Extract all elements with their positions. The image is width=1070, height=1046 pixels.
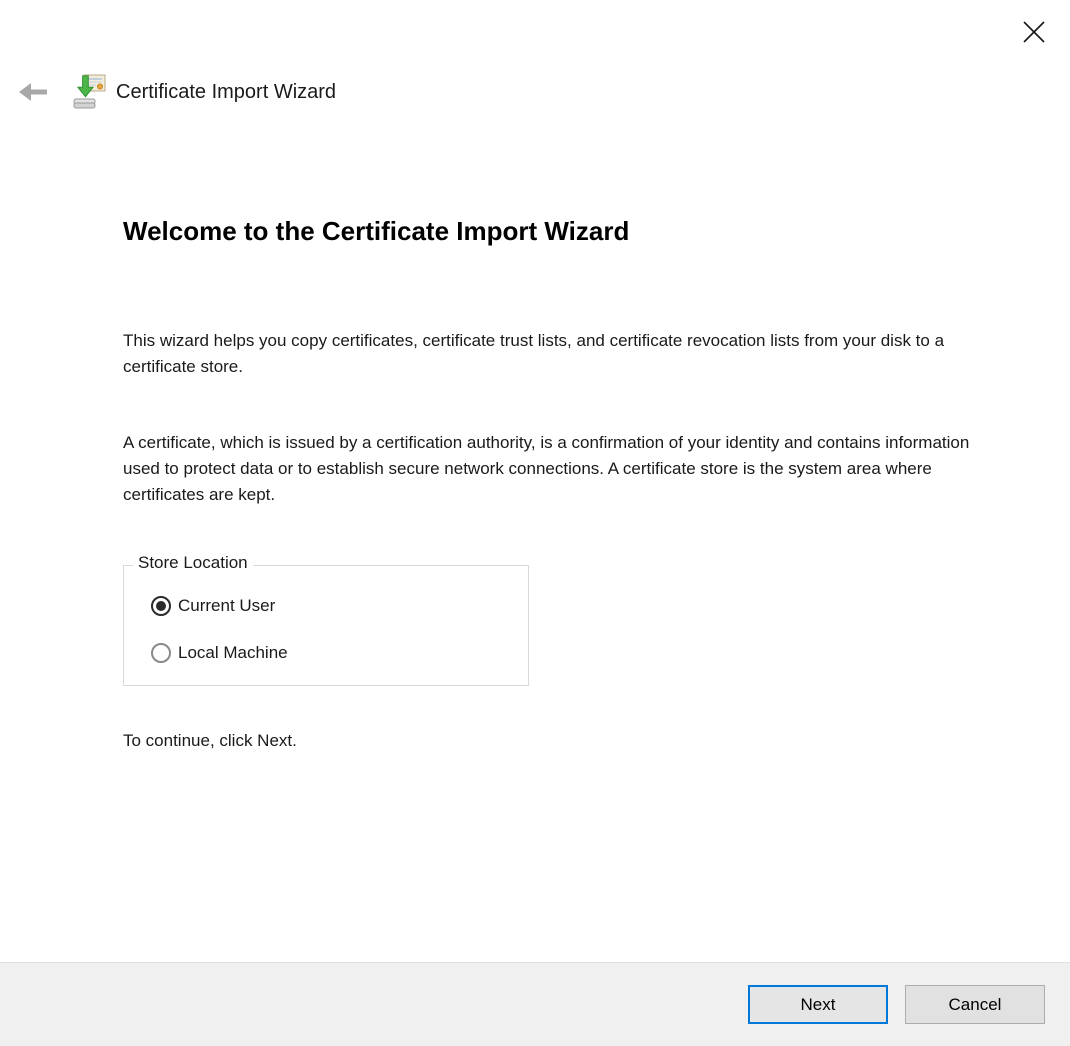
radio-local-machine[interactable]: Local Machine: [151, 643, 288, 663]
radio-unselected-icon[interactable]: [151, 643, 171, 663]
next-button[interactable]: Next: [748, 985, 888, 1024]
close-button[interactable]: [1016, 14, 1052, 50]
certificate-import-icon: [72, 72, 108, 112]
continue-hint: To continue, click Next.: [123, 731, 297, 750]
description-paragraph: A certificate, which is issued by a cert…: [123, 433, 970, 504]
radio-selected-icon[interactable]: [151, 596, 171, 616]
store-location-label: Store Location: [133, 553, 253, 573]
store-location-groupbox: Store Location Current User Local Machin…: [123, 553, 529, 686]
page-heading: Welcome to the Certificate Import Wizard: [123, 216, 630, 246]
wizard-footer: Next Cancel: [0, 962, 1070, 1046]
radio-current-user-label: Current User: [178, 596, 276, 615]
back-arrow-icon: [19, 83, 47, 101]
back-button[interactable]: [14, 76, 54, 108]
radio-local-machine-label: Local Machine: [178, 643, 288, 662]
window-title: Certificate Import Wizard: [116, 80, 337, 103]
intro-paragraph: This wizard helps you copy certificates,…: [123, 331, 945, 376]
wizard-header: Certificate Import Wizard: [14, 70, 336, 114]
close-icon: [1023, 21, 1045, 43]
certificate-import-wizard-window: Certificate Import Wizard Welcome to the…: [0, 0, 1070, 1046]
radio-current-user[interactable]: Current User: [151, 596, 275, 616]
cancel-button[interactable]: Cancel: [905, 985, 1045, 1024]
